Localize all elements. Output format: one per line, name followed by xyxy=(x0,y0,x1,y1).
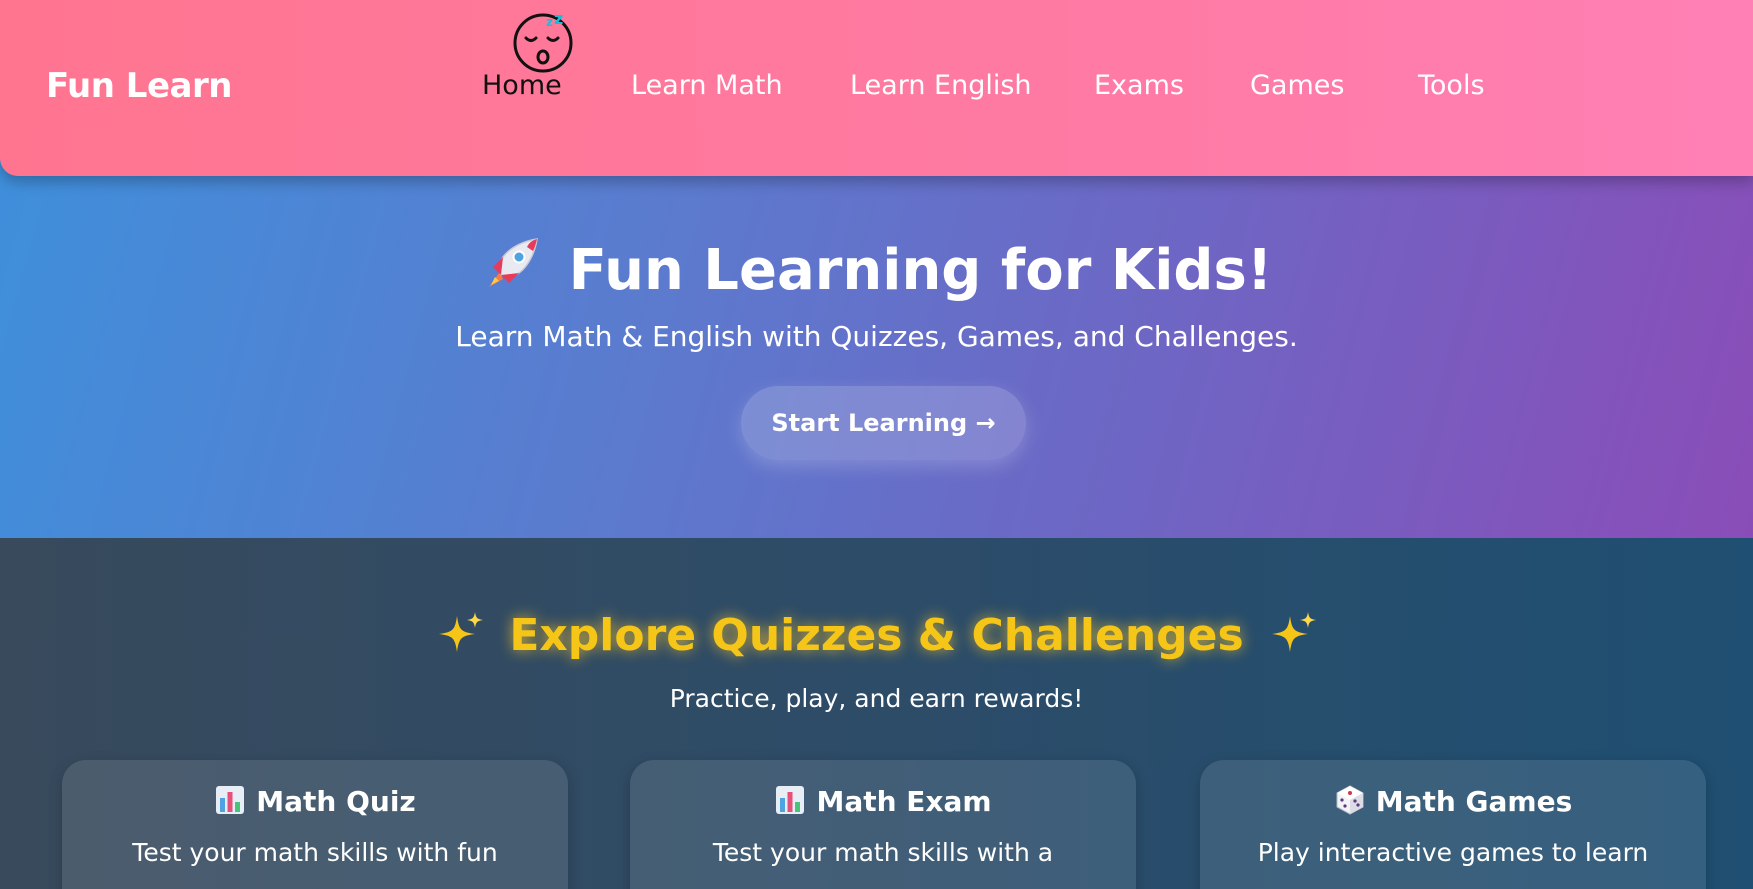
card-title: Math Games xyxy=(1375,785,1573,818)
sleeping-face-icon: z z xyxy=(513,9,573,73)
nav-tools[interactable]: Tools xyxy=(1418,70,1485,101)
hero-title: Fun Learning for Kids! xyxy=(568,238,1273,303)
nav-exams[interactable]: Exams xyxy=(1094,70,1184,101)
nav-learn-english[interactable]: Learn English xyxy=(850,70,1032,101)
sparkles-icon xyxy=(439,612,484,652)
card-math-games[interactable]: Math Games Play interactive games to lea… xyxy=(1200,760,1706,889)
hero-subtitle: Learn Math & English with Quizzes, Games… xyxy=(455,320,1298,353)
card-description: Test your math skills with a xyxy=(712,838,1054,867)
card-math-exam[interactable]: Math Exam Test your math skills with a xyxy=(630,760,1136,889)
card-title-line: Math Exam xyxy=(630,784,1136,818)
site-logo[interactable]: Fun Learn xyxy=(46,66,232,106)
start-learning-button[interactable]: Start Learning → xyxy=(741,386,1026,460)
card-title-line: Math Games xyxy=(1200,784,1706,818)
sparkles-icon xyxy=(1271,612,1316,652)
svg-text:z: z xyxy=(546,15,553,29)
top-navbar: Fun Learn z z Home Learn Math Learn Engl… xyxy=(0,0,1753,176)
card-math-quiz[interactable]: Math Quiz Test your math skills with fun xyxy=(62,760,568,889)
card-title-line: Math Quiz xyxy=(62,784,568,818)
hero-section: Fun Learning for Kids! Learn Math & Engl… xyxy=(0,150,1753,538)
bar-chart-icon xyxy=(776,786,805,814)
card-title: Math Exam xyxy=(816,785,992,818)
dice-icon xyxy=(1336,785,1364,815)
card-title: Math Quiz xyxy=(256,785,416,818)
nav-learn-math[interactable]: Learn Math xyxy=(631,70,783,101)
bar-chart-icon xyxy=(216,786,245,814)
rocket-icon xyxy=(488,238,538,287)
svg-text:z: z xyxy=(554,9,563,28)
explore-title-line: Explore Quizzes & Challenges xyxy=(0,608,1753,661)
nav-games[interactable]: Games xyxy=(1250,70,1344,101)
explore-section: Explore Quizzes & Challenges Practice, p… xyxy=(0,538,1753,889)
card-description: Test your math skills with fun xyxy=(132,838,498,867)
hero-title-line: Fun Learning for Kids! xyxy=(0,233,1753,303)
nav-home[interactable]: Home xyxy=(482,70,562,101)
explore-subtitle: Practice, play, and earn rewards! xyxy=(669,684,1084,713)
explore-title: Explore Quizzes & Challenges xyxy=(509,610,1244,661)
card-description: Play interactive games to learn xyxy=(1257,838,1649,867)
